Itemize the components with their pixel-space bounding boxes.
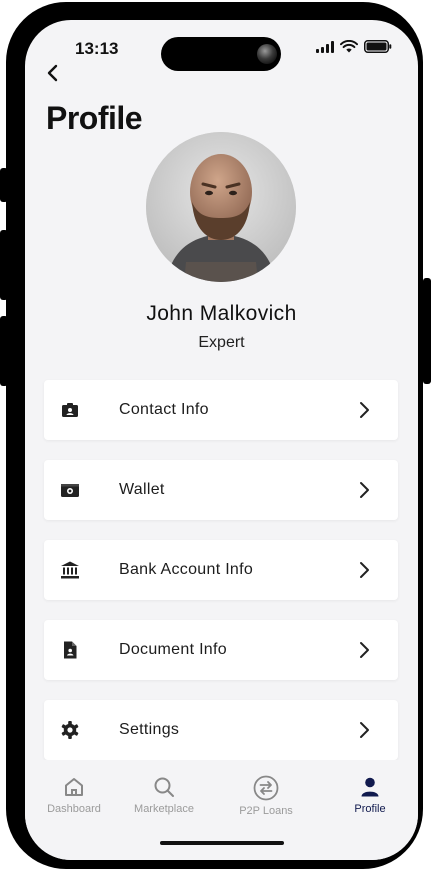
wifi-icon [340,40,358,53]
phone-frame: 13:13 Profile John Malkovich Expert Cont… [6,2,423,869]
tab-label: Dashboard [47,803,101,815]
dynamic-island [161,37,281,71]
home-icon [65,778,83,796]
tab-bar: Dashboard Marketplace P2P Loans Profile [25,760,418,860]
person-icon [361,777,379,797]
page-title: Profile [46,100,143,136]
cellular-signal-icon [316,40,334,53]
chevron-right-icon [360,482,369,498]
user-role: Expert [198,334,245,351]
frame-notch [174,2,258,14]
status-time: 13:13 [75,39,119,58]
menu-label: Contact Info [119,401,209,418]
avatar [146,132,296,282]
tab-label: Marketplace [134,803,194,815]
tab-profile[interactable]: Profile [325,775,415,815]
menu-item-wallet[interactable]: Wallet [44,460,398,520]
search-icon [154,777,174,797]
chevron-right-icon [360,562,369,578]
bank-icon [61,561,79,579]
camera-icon [257,44,277,64]
chevron-right-icon [360,722,369,738]
user-name: John Malkovich [146,302,297,325]
status-icons [316,40,392,53]
document-icon [64,641,77,659]
menu-label: Document Info [119,641,227,658]
gear-icon [61,721,79,739]
menu-label: Wallet [119,481,165,498]
menu-item-contact-info[interactable]: Contact Info [44,380,398,440]
contact-badge-icon [62,403,78,417]
chevron-right-icon [360,402,369,418]
menu-item-document-info[interactable]: Document Info [44,620,398,680]
menu-label: Bank Account Info [119,561,254,578]
swap-icon [253,775,279,801]
menu-item-settings[interactable]: Settings [44,700,398,760]
tab-dashboard[interactable]: Dashboard [29,775,119,815]
wallet-icon [61,484,79,497]
tab-label: Profile [354,803,386,815]
battery-icon [364,40,392,53]
tab-p2p-loans[interactable]: P2P Loans [221,775,311,817]
menu-item-bank-account-info[interactable]: Bank Account Info [44,540,398,600]
power-button [423,278,431,384]
tab-label: P2P Loans [239,805,293,817]
tab-marketplace[interactable]: Marketplace [119,775,209,815]
screen: 13:13 Profile John Malkovich Expert Cont… [25,20,418,860]
chevron-right-icon [360,642,369,658]
back-chevron-icon[interactable] [41,60,67,86]
menu-label: Settings [119,721,180,738]
home-indicator [160,841,284,845]
